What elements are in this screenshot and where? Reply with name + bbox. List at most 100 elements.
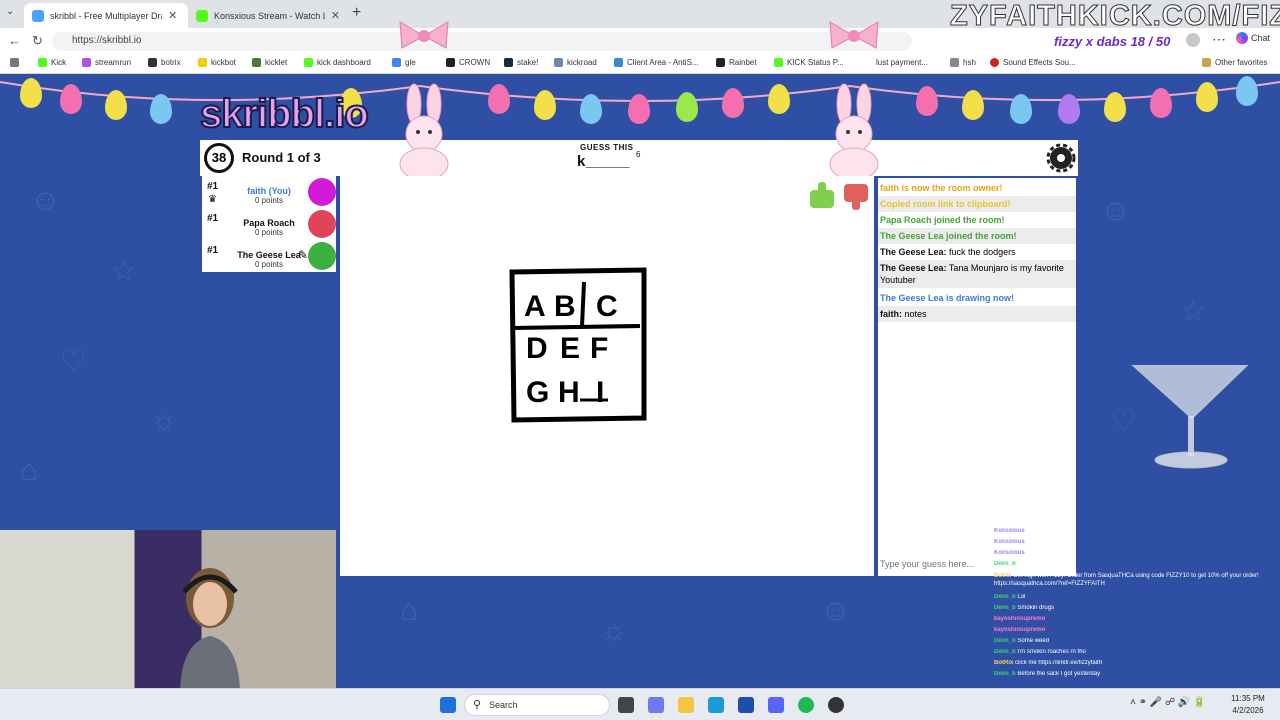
bookmark-item[interactable]: KICK Status P...: [774, 58, 844, 67]
browser-tab-skribbl[interactable]: skribbl - Free Multiplayer Drawing ✕: [24, 3, 188, 28]
edge-browser-icon[interactable]: [708, 697, 724, 713]
system-tray-icons[interactable]: ˄ ⚭ 🎤 ☍ 🔊 🔋: [1130, 697, 1206, 708]
egg-icon: [722, 88, 744, 118]
bookmark-item[interactable]: kick dashboard: [304, 58, 371, 67]
bookmark-item[interactable]: gle: [392, 58, 416, 67]
rainbet-icon: [716, 58, 725, 67]
drawing-sketch: A B C D E F G H I: [509, 267, 647, 423]
bookmarks-sidebar-icon[interactable]: [10, 58, 19, 67]
bookmark-item[interactable]: Kick: [38, 58, 66, 67]
doodle-sun-icon: ☼: [150, 404, 178, 437]
overlay-chat-line: kayoshinsupremo: [994, 616, 1046, 622]
chat-message: Papa Roach joined the room!: [880, 215, 1005, 225]
copilot-chat-button[interactable]: Chat: [1236, 32, 1270, 44]
round-indicator: Round 1 of 3: [242, 150, 321, 165]
doodle-face-icon: ☺: [1100, 194, 1131, 227]
back-arrow-icon[interactable]: ←: [8, 33, 21, 48]
file-explorer-icon[interactable]: [678, 697, 694, 713]
bookmarks-bar: Kick streamrun botrix kickbot kicklet ki…: [0, 54, 1280, 74]
egg-icon: [1010, 94, 1032, 124]
thumbs-up-icon[interactable]: [810, 182, 834, 208]
url-field[interactable]: https://skribbl.io: [52, 32, 912, 51]
player-points: 0 points: [254, 228, 284, 237]
close-tab-icon[interactable]: ✕: [168, 9, 177, 22]
egg-icon: [105, 90, 127, 120]
kick-icon: [38, 58, 47, 67]
egg-icon: [628, 94, 650, 124]
bookmark-item[interactable]: kicklet: [252, 58, 287, 67]
taskbar-time[interactable]: 11:35 PM: [1222, 694, 1274, 703]
drawn-letter: H: [558, 376, 580, 409]
players-list: #1 ♛ faith (You) 0 points #1 Papa Roach …: [202, 176, 336, 272]
webcam-overlay: [0, 530, 336, 690]
kick-status-icon: [774, 58, 783, 67]
bookmark-item[interactable]: stake!: [504, 58, 538, 67]
reload-icon[interactable]: ↻: [32, 33, 43, 49]
profile-avatar[interactable]: [1186, 33, 1200, 47]
bookmark-item[interactable]: botrix: [148, 58, 181, 67]
doodle-face-icon: ☺: [30, 184, 61, 217]
timer-clock-icon: 38: [204, 143, 234, 173]
bookmark-item[interactable]: kickbot: [198, 58, 236, 67]
player-rank: #1: [207, 213, 219, 224]
player-name: Papa Roach: [243, 218, 295, 228]
player-rank: #1: [207, 245, 219, 256]
spotify-icon[interactable]: [798, 697, 814, 713]
discord-icon[interactable]: [768, 697, 784, 713]
egg-icon: [1104, 92, 1126, 122]
martini-glass-icon: [1131, 365, 1249, 469]
copilot-icon: [1236, 32, 1248, 44]
task-view-icon[interactable]: [618, 697, 634, 713]
stream-goal-text: fizzy x dabs 18 / 50: [1054, 34, 1171, 49]
bookmark-item[interactable]: Sound Effects Sou...: [990, 58, 1076, 67]
thumbs-down-icon[interactable]: [844, 184, 868, 210]
sound-effects-icon: [990, 58, 999, 67]
tab-list-chevron-icon[interactable]: ⌄: [6, 6, 14, 17]
player-row[interactable]: #1 ♛ faith (You) 0 points: [202, 176, 336, 208]
bookmark-item[interactable]: CROWN: [446, 58, 490, 67]
store-icon[interactable]: [738, 697, 754, 713]
bookmark-item[interactable]: Client Area - AntiS...: [614, 58, 699, 67]
bookmark-item[interactable]: lust payment...: [876, 58, 928, 67]
bookmark-item[interactable]: hsh: [950, 58, 976, 67]
streamrun-icon: [82, 58, 91, 67]
overlay-chat-line: Devo_b Some weed: [994, 638, 1050, 644]
guess-input[interactable]: [880, 556, 990, 572]
other-favorites[interactable]: Other favorites: [1202, 58, 1267, 67]
player-row[interactable]: #1 The Geese Lea 0 points ✎: [202, 240, 336, 272]
egg-icon: [1150, 88, 1172, 118]
taskbar-date[interactable]: 4/2/2026: [1222, 706, 1274, 715]
doodle-house-icon: ⌂: [20, 454, 39, 487]
player-avatar: [308, 178, 336, 206]
overlay-chat-line: Devo_b Lol: [994, 594, 1026, 600]
player-points: 0 points: [254, 260, 284, 269]
drawn-letter: E: [560, 332, 580, 365]
settings-gear-icon[interactable]: [1046, 143, 1076, 173]
overlay-chat-line: BotRix click me https://linktr.ee/fizzyf…: [994, 660, 1103, 666]
drawing-canvas[interactable]: A B C D E F G H I: [340, 176, 874, 576]
windows-start-icon[interactable]: [440, 697, 456, 713]
doodle-heart-icon: ♡: [60, 345, 87, 378]
taskbar-search[interactable]: ⚲ Search: [464, 694, 610, 716]
overlay-chat-line: kayoshinsupremo: [994, 627, 1046, 633]
address-bar-row: ← ↻ https://skribbl.io fizzy x dabs 18 /…: [0, 28, 1280, 54]
new-tab-plus-icon[interactable]: +: [352, 4, 361, 22]
overlay-chat-line: Botrix Get high with Fizzy! Order from S…: [994, 573, 1259, 587]
windows-taskbar: ⚲ Search ˄ ⚭ 🎤 ☍ 🔊 🔋 11:35 PM 4/2/2026: [0, 688, 1280, 720]
copilot-taskbar-icon[interactable]: [648, 697, 664, 713]
bookmark-item[interactable]: kickroad: [554, 58, 597, 67]
bookmark-item[interactable]: streamrun: [82, 58, 131, 67]
word-length: 6: [636, 150, 641, 159]
stake-icon: [504, 58, 513, 67]
browser-tab-konsxious[interactable]: Konsxious Stream - Watch Live ✕: [188, 3, 348, 28]
obs-icon[interactable]: [828, 697, 844, 713]
bookmark-item[interactable]: Rainbet: [716, 58, 757, 67]
doodle-star-icon: ☆: [1180, 295, 1207, 328]
overlay-chat-line: Devo_b I'm smokin roaches rn tho: [994, 649, 1086, 655]
more-menu-icon[interactable]: ⋯: [1212, 31, 1226, 48]
player-row[interactable]: #1 Papa Roach 0 points: [202, 208, 336, 240]
close-tab-icon[interactable]: ✕: [331, 9, 340, 22]
kick-dashboard-icon: [304, 58, 313, 67]
chat-message: Copied room link to clipboard!: [878, 196, 1076, 212]
skribbl-logo: skribbl.io: [199, 91, 370, 137]
